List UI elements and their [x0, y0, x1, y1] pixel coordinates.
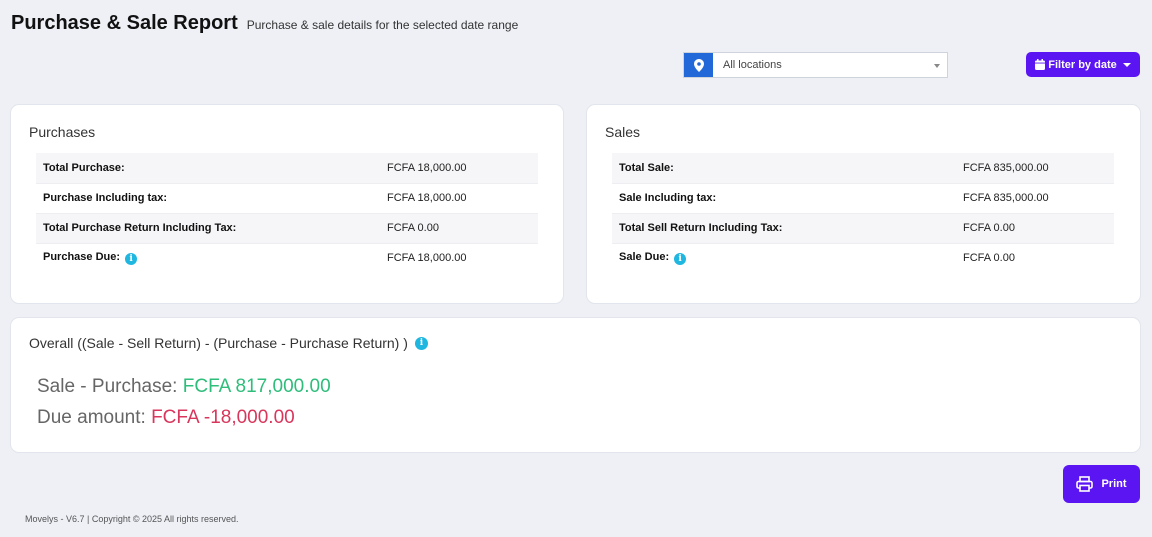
due-amount: Due amount: FCFA -18,000.00 [37, 407, 295, 429]
overall-title: Overall ((Sale - Sell Return) - (Purchas… [29, 335, 428, 351]
page: Purchase & Sale Report Purchase & sale d… [0, 0, 1152, 537]
row-label-with-info: Purchase Due: i [36, 242, 387, 273]
filter-by-date-button[interactable]: Filter by date [1026, 52, 1140, 77]
table-row: Total Purchase: FCFA 18,000.00 [36, 153, 538, 183]
row-label: Purchase Due: [43, 251, 121, 264]
row-label: Total Purchase Return Including Tax: [36, 212, 387, 243]
row-value: FCFA 835,000.00 [963, 161, 1049, 174]
due-amount-label: Due amount: [37, 407, 146, 428]
sales-title: Sales [605, 124, 641, 140]
page-title: Purchase & Sale Report [11, 12, 238, 34]
table-row: Purchase Due: i FCFA 18,000.00 [36, 242, 538, 273]
sales-card: Sales Total Sale: FCFA 835,000.00 Sale I… [586, 104, 1141, 304]
row-label-with-info: Sale Due: i [612, 242, 963, 273]
row-value: FCFA 0.00 [387, 212, 538, 243]
footer-text: Movelys - V6.7 | Copyright © 2025 All ri… [25, 514, 239, 524]
location-select-value: All locations [723, 59, 782, 71]
row-label: Sale Due: [619, 251, 670, 264]
map-marker-icon [684, 53, 713, 77]
row-value: FCFA 0.00 [963, 212, 1114, 243]
caret-down-icon [1122, 62, 1131, 67]
table-row: Sale Including tax: FCFA 835,000.00 [612, 182, 1114, 213]
table-row: Total Purchase Return Including Tax: FCF… [36, 212, 538, 243]
printer-icon [1076, 476, 1094, 492]
purchases-card: Purchases Total Purchase: FCFA 18,000.00… [10, 104, 564, 304]
row-value: FCFA 835,000.00 [963, 182, 1114, 213]
table-row: Total Sell Return Including Tax: FCFA 0.… [612, 212, 1114, 243]
due-amount-value: FCFA -18,000.00 [151, 407, 295, 428]
row-value: FCFA 0.00 [963, 242, 1114, 273]
sales-table: Total Sale: FCFA 835,000.00 Sale Includi… [612, 153, 1114, 273]
table-row: Sale Due: i FCFA 0.00 [612, 242, 1114, 273]
row-label: Total Sale: [619, 161, 674, 174]
purchases-title: Purchases [29, 124, 96, 140]
sale-minus-purchase-label: Sale - Purchase: [37, 376, 178, 397]
table-row: Total Sale: FCFA 835,000.00 [612, 153, 1114, 183]
table-row: Purchase Including tax: FCFA 18,000.00 [36, 182, 538, 213]
row-label: Purchase Including tax: [36, 182, 387, 213]
calendar-icon [1035, 59, 1046, 70]
page-subtitle: Purchase & sale details for the selected… [246, 18, 519, 32]
print-button[interactable]: Print [1063, 465, 1140, 503]
row-label: Sale Including tax: [612, 182, 963, 213]
info-icon[interactable]: i [674, 253, 687, 266]
page-header: Purchase & Sale Report Purchase & sale d… [11, 12, 518, 35]
sale-minus-purchase-value: FCFA 817,000.00 [182, 376, 331, 397]
info-icon[interactable]: i [125, 253, 138, 266]
info-icon[interactable]: i [414, 336, 428, 350]
overall-card: Overall ((Sale - Sell Return) - (Purchas… [10, 317, 1141, 453]
row-value: FCFA 18,000.00 [387, 182, 538, 213]
filter-by-date-label: Filter by date [1048, 58, 1117, 71]
sale-minus-purchase: Sale - Purchase: FCFA 817,000.00 [37, 376, 331, 398]
row-label: Total Purchase: [43, 161, 125, 174]
purchases-table: Total Purchase: FCFA 18,000.00 Purchase … [36, 153, 538, 273]
overall-title-text: Overall ((Sale - Sell Return) - (Purchas… [29, 335, 408, 351]
print-label: Print [1101, 478, 1127, 490]
location-filter[interactable]: All locations [683, 52, 948, 78]
row-label: Total Sell Return Including Tax: [612, 212, 963, 243]
location-select[interactable]: All locations [713, 53, 947, 77]
row-value: FCFA 18,000.00 [387, 161, 467, 174]
row-value: FCFA 18,000.00 [387, 242, 538, 273]
caret-down-icon [934, 64, 940, 68]
